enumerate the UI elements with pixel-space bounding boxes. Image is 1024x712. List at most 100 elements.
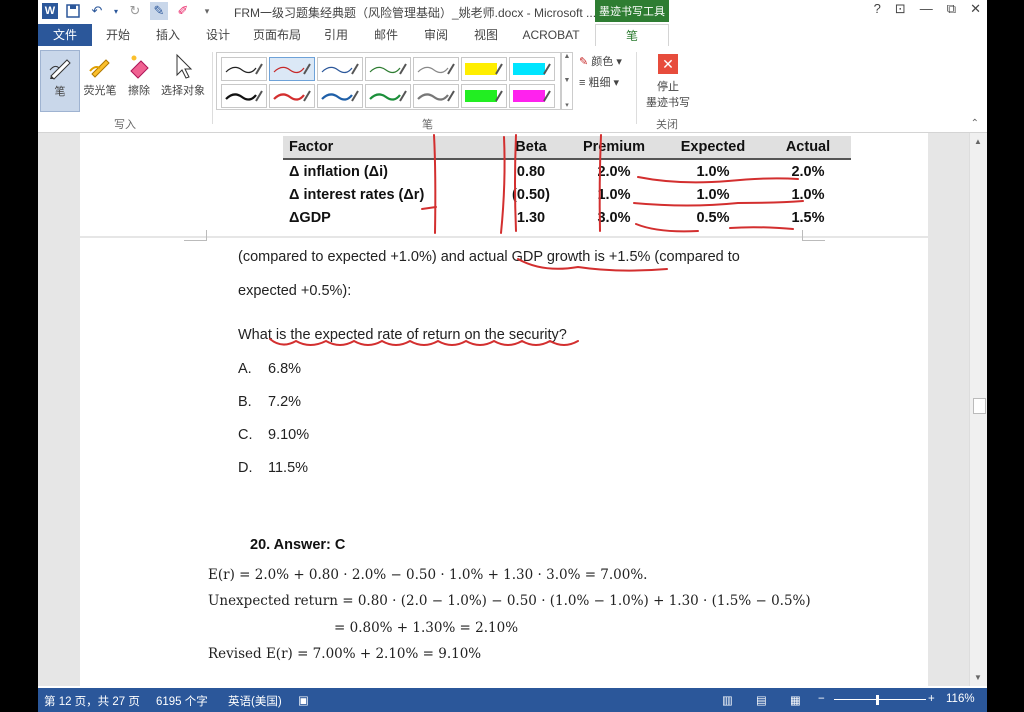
language-indicator[interactable]: 英语(美国) bbox=[228, 693, 282, 709]
web-layout-icon[interactable]: ▦ bbox=[790, 693, 801, 707]
status-bar: 第 12 页，共 27 页 6195 个字 英语(美国) ▣ ▥ ▤ ▦ − +… bbox=[38, 688, 987, 712]
table-cell: 1.0% bbox=[791, 186, 825, 203]
tab-references[interactable]: 引用 bbox=[314, 24, 358, 46]
window-title: FRM一级习题集经典题（风险管理基础）_姚老师.docx - Microsoft… bbox=[234, 6, 597, 20]
table-header-row: Factor Beta Premium Expected Actual bbox=[283, 136, 851, 159]
zoom-level[interactable]: 116% bbox=[946, 693, 975, 705]
document-page[interactable]: Factor Beta Premium Expected Actual Δ in… bbox=[80, 133, 928, 686]
pen-swatch[interactable] bbox=[221, 84, 267, 108]
ribbon-tabs: 文件 开始 插入 设计 页面布局 引用 邮件 审阅 视图 ACROBAT 笔 登… bbox=[38, 24, 987, 68]
restore-icon[interactable]: ⧉ bbox=[947, 1, 956, 17]
option-letter: D. bbox=[238, 460, 253, 476]
window-controls: ? ⊡ — ⧉ ✕ bbox=[874, 1, 981, 17]
thickness-dropdown[interactable]: ≡ 粗细 ▾ bbox=[579, 74, 619, 90]
highlighter-icon bbox=[89, 59, 110, 78]
tab-insert[interactable]: 插入 bbox=[146, 24, 190, 46]
zoom-slider-thumb[interactable] bbox=[876, 695, 879, 705]
redo-icon[interactable]: ↻ bbox=[126, 2, 144, 20]
highlighter-tool-label: 荧光笔 bbox=[83, 85, 117, 97]
help-icon[interactable]: ? bbox=[874, 1, 881, 17]
stop-inking-label-2: 墨迹书写 bbox=[646, 97, 690, 109]
pen-swatch[interactable] bbox=[269, 57, 315, 81]
table-row: Δ inflation (Δi) 0.80 2.0% 1.0% 2.0% bbox=[283, 159, 851, 183]
option-text: 7.2% bbox=[268, 394, 302, 410]
close-icon[interactable]: ✕ bbox=[970, 1, 981, 17]
read-mode-icon[interactable]: ▥ bbox=[722, 693, 733, 707]
collapse-ribbon-icon[interactable]: ⌃ bbox=[971, 118, 979, 129]
option-b: B. 7.2% bbox=[238, 394, 301, 410]
table-cell: 1.0% bbox=[696, 186, 730, 203]
tab-acrobat[interactable]: ACROBAT bbox=[514, 24, 588, 46]
undo-icon[interactable]: ↶ bbox=[88, 2, 106, 20]
highlighter-tool-button[interactable]: 荧光笔 bbox=[80, 50, 120, 110]
word-count[interactable]: 6195 个字 bbox=[156, 693, 208, 709]
minimize-icon[interactable]: — bbox=[920, 1, 933, 17]
tab-file[interactable]: 文件 bbox=[38, 24, 92, 46]
page-break bbox=[80, 236, 928, 238]
pen-swatch[interactable] bbox=[461, 57, 507, 81]
tab-home[interactable]: 开始 bbox=[96, 24, 140, 46]
scroll-down-arrow-icon[interactable]: ▼ bbox=[974, 673, 982, 682]
save-icon[interactable] bbox=[64, 2, 82, 20]
pen-swatch[interactable] bbox=[413, 57, 459, 81]
eraser-mode-icon[interactable]: ✐ bbox=[174, 2, 192, 20]
ribbon-display-icon[interactable]: ⊡ bbox=[895, 1, 906, 17]
tab-page-layout[interactable]: 页面布局 bbox=[246, 24, 308, 46]
tab-pen[interactable]: 笔 bbox=[595, 24, 669, 48]
ribbon-pen: 笔 荧光笔 擦除 选择对象 写入 ▲ ▼ ▾ ✎ 颜色 ▾ ≡ 粗细 ▾ 笔 ✕ 停… bbox=[38, 46, 987, 133]
option-a: A. 6.8% bbox=[238, 361, 301, 377]
table-cell: 0.80 bbox=[516, 163, 546, 180]
word-logo-icon[interactable]: W bbox=[42, 3, 58, 19]
pen-mode-icon[interactable]: ✎ bbox=[150, 2, 168, 20]
paragraph-line: expected +0.5%): bbox=[238, 283, 352, 299]
pen-swatch[interactable] bbox=[461, 84, 507, 108]
tab-design[interactable]: 设计 bbox=[196, 24, 240, 46]
scroll-down-icon[interactable]: ▼ bbox=[564, 77, 571, 84]
option-letter: B. bbox=[238, 394, 252, 410]
pen-icon bbox=[49, 59, 71, 80]
pen-swatch[interactable] bbox=[365, 57, 411, 81]
pen-swatch[interactable] bbox=[221, 57, 267, 81]
tab-mailings[interactable]: 邮件 bbox=[364, 24, 408, 46]
right-border bbox=[987, 0, 1024, 712]
eraser-icon bbox=[130, 55, 149, 79]
stop-inking-button[interactable]: ✕ 停止 墨迹书写 bbox=[642, 52, 694, 110]
table-cell: 1.0% bbox=[597, 186, 631, 203]
scroll-up-arrow-icon[interactable]: ▲ bbox=[974, 137, 982, 146]
vertical-scrollbar[interactable]: ▲ ▼ bbox=[969, 133, 987, 686]
pen-swatch[interactable] bbox=[317, 84, 363, 108]
color-dropdown[interactable]: ✎ 颜色 ▾ bbox=[579, 53, 622, 69]
pen-swatch[interactable] bbox=[413, 84, 459, 108]
zoom-slider-track[interactable] bbox=[834, 699, 926, 700]
customize-qat-icon[interactable]: ▾ bbox=[198, 2, 216, 20]
scrollbar-thumb[interactable] bbox=[973, 398, 986, 414]
macro-record-icon[interactable]: ▣ bbox=[298, 693, 309, 707]
ribbon-separator bbox=[212, 52, 213, 124]
select-objects-button[interactable]: 选择对象 bbox=[158, 50, 208, 110]
gallery-more-icon[interactable]: ▾ bbox=[565, 101, 569, 109]
eraser-tool-button[interactable]: 擦除 bbox=[122, 50, 156, 110]
pen-tool-button[interactable]: 笔 bbox=[40, 50, 80, 112]
table-cell: 1.5% bbox=[791, 209, 825, 226]
zoom-in-button[interactable]: + bbox=[928, 693, 935, 705]
scroll-up-icon[interactable]: ▲ bbox=[564, 53, 571, 60]
pen-swatch[interactable] bbox=[317, 57, 363, 81]
formula-line: = 0.80% + 1.30% = 2.10% bbox=[334, 620, 519, 636]
formula-line: Revised E(r) = 7.00% + 2.10% = 9.10% bbox=[208, 646, 482, 662]
pen-swatch[interactable] bbox=[269, 84, 315, 108]
group-label-pen: 笔 bbox=[422, 119, 433, 131]
print-layout-icon[interactable]: ▤ bbox=[756, 693, 767, 707]
page-count[interactable]: 第 12 页，共 27 页 bbox=[44, 693, 140, 709]
undo-dropdown-icon[interactable]: ▾ bbox=[112, 2, 120, 20]
tab-review[interactable]: 审阅 bbox=[414, 24, 458, 46]
tab-view[interactable]: 视图 bbox=[464, 24, 508, 46]
option-text: 9.10% bbox=[268, 427, 310, 443]
pen-swatch[interactable] bbox=[509, 57, 555, 81]
pen-gallery-scroll[interactable]: ▲ ▼ ▾ bbox=[561, 52, 573, 110]
pen-swatch[interactable] bbox=[365, 84, 411, 108]
option-letter: A. bbox=[238, 361, 252, 377]
option-letter: C. bbox=[238, 427, 253, 443]
pen-swatch[interactable] bbox=[509, 84, 555, 108]
zoom-out-button[interactable]: − bbox=[818, 693, 825, 705]
table-cell: 2.0% bbox=[597, 163, 631, 180]
